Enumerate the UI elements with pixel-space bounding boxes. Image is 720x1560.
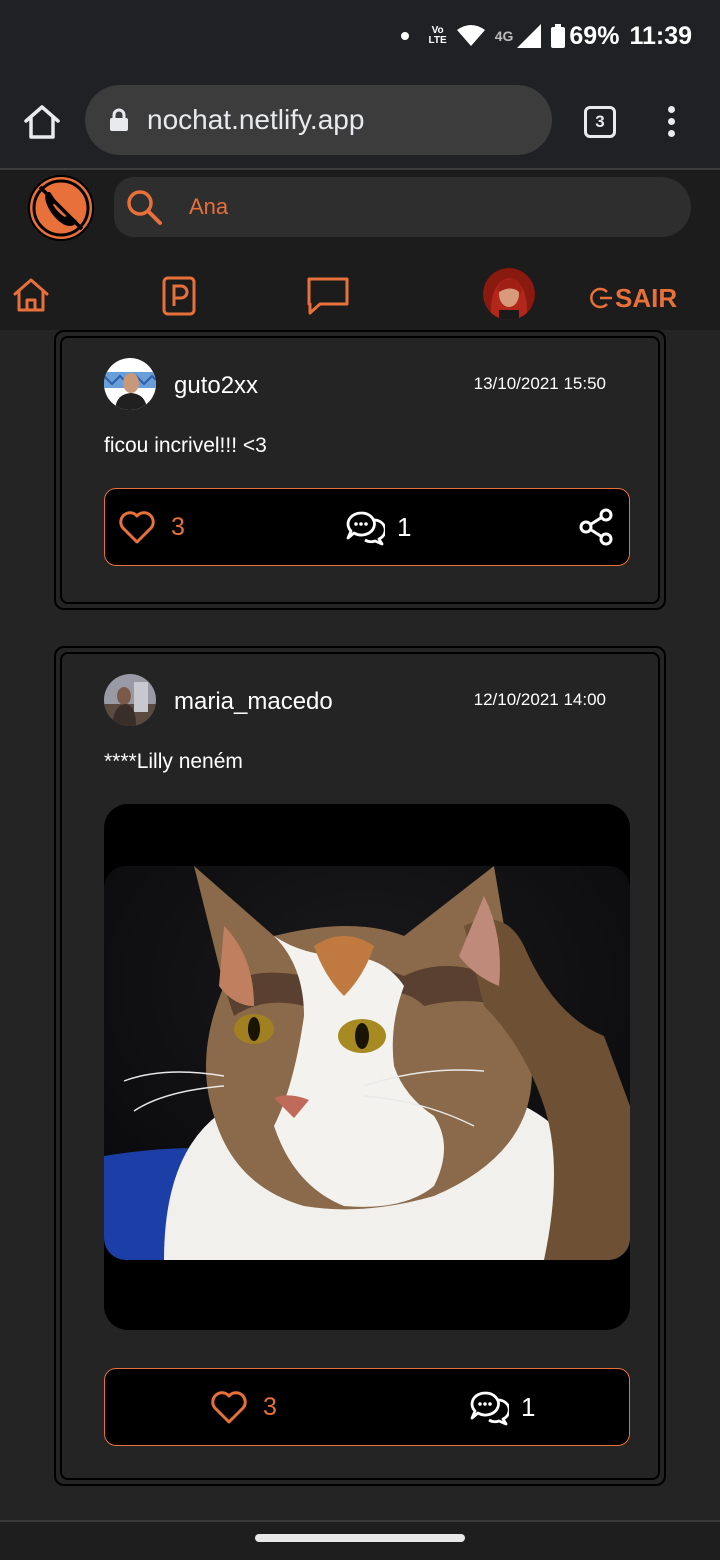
logout-label: SAIR [615, 282, 678, 313]
post-text: ****Lilly neném [104, 750, 243, 773]
logout-button[interactable]: SAIR [590, 282, 677, 314]
comment-button[interactable]: 1 [469, 1369, 535, 1445]
comment-button[interactable]: 1 [345, 489, 411, 565]
search-icon [127, 190, 162, 225]
status-indicators: Vo LTE 4G 69% 11:39 [400, 20, 692, 52]
browser-toolbar: nochat.netlify.app 3 [0, 72, 720, 170]
wifi-icon [456, 25, 485, 46]
logout-icon [590, 287, 612, 309]
battery-percent: 69% [569, 21, 620, 50]
tab-switcher-button[interactable]: 3 [584, 106, 616, 138]
comments-icon [346, 511, 385, 546]
post-timestamp: 13/10/2021 15:50 [473, 374, 606, 393]
post-card: guto2xx 13/10/2021 15:50 ficou incrivel!… [54, 330, 666, 610]
search-input[interactable] [189, 191, 669, 223]
network-type: 4G [494, 28, 514, 44]
heart-icon [211, 1391, 247, 1424]
post-author-row: guto2xx 13/10/2021 15:50 [104, 358, 606, 410]
post-inner: guto2xx 13/10/2021 15:50 ficou incrivel!… [60, 336, 660, 604]
like-count: 3 [171, 512, 185, 541]
clock: 11:39 [629, 21, 692, 50]
volte-icon: Vo LTE [428, 25, 447, 46]
home-gesture-handle[interactable] [255, 1534, 465, 1542]
post-text: ficou incrivel!!! <3 [104, 434, 267, 457]
post-feed[interactable]: guto2xx 13/10/2021 15:50 ficou incrivel!… [0, 330, 720, 1520]
share-button[interactable] [577, 489, 617, 565]
post-actions: 3 1 [104, 488, 630, 566]
nav-parking-p-icon[interactable] [162, 276, 196, 316]
no-call-logo-icon[interactable] [26, 173, 96, 243]
cat-photo [104, 866, 630, 1260]
post-username[interactable]: guto2xx [174, 372, 258, 400]
comments-icon [470, 1391, 509, 1426]
share-icon [579, 508, 613, 546]
notification-dot-icon [400, 32, 409, 40]
like-count: 3 [263, 1392, 277, 1421]
comment-count: 1 [397, 511, 412, 542]
nav-chat-icon[interactable] [306, 276, 350, 316]
system-nav-bar [0, 1520, 720, 1560]
signal-icon [517, 24, 542, 48]
url-text: nochat.netlify.app [147, 104, 365, 135]
status-bar: Vo LTE 4G 69% 11:39 [0, 0, 720, 72]
post-card: maria_macedo 12/10/2021 14:00 ****Lilly … [54, 646, 666, 1486]
user-avatar[interactable] [483, 268, 535, 320]
post-timestamp: 12/10/2021 14:00 [473, 690, 606, 709]
comment-count: 1 [521, 1391, 536, 1422]
battery-icon [551, 24, 566, 48]
search-bar[interactable] [114, 177, 691, 237]
post-inner: maria_macedo 12/10/2021 14:00 ****Lilly … [60, 652, 660, 1480]
post-image-frame[interactable] [104, 804, 630, 1330]
post-author-row: maria_macedo 12/10/2021 14:00 [104, 674, 606, 726]
post-username[interactable]: maria_macedo [174, 688, 333, 716]
lock-icon [110, 108, 128, 131]
author-avatar[interactable] [104, 674, 156, 726]
nav-home-icon[interactable] [12, 276, 50, 314]
browser-menu-icon[interactable] [664, 106, 678, 138]
author-avatar[interactable] [104, 358, 156, 410]
app-header: SAIR [0, 170, 720, 330]
post-actions: 3 1 [104, 1368, 630, 1446]
browser-home-icon[interactable] [22, 102, 62, 142]
heart-icon [119, 511, 155, 544]
address-bar[interactable]: nochat.netlify.app [85, 85, 552, 155]
like-button[interactable]: 3 [209, 1369, 277, 1445]
like-button[interactable]: 3 [117, 489, 185, 565]
